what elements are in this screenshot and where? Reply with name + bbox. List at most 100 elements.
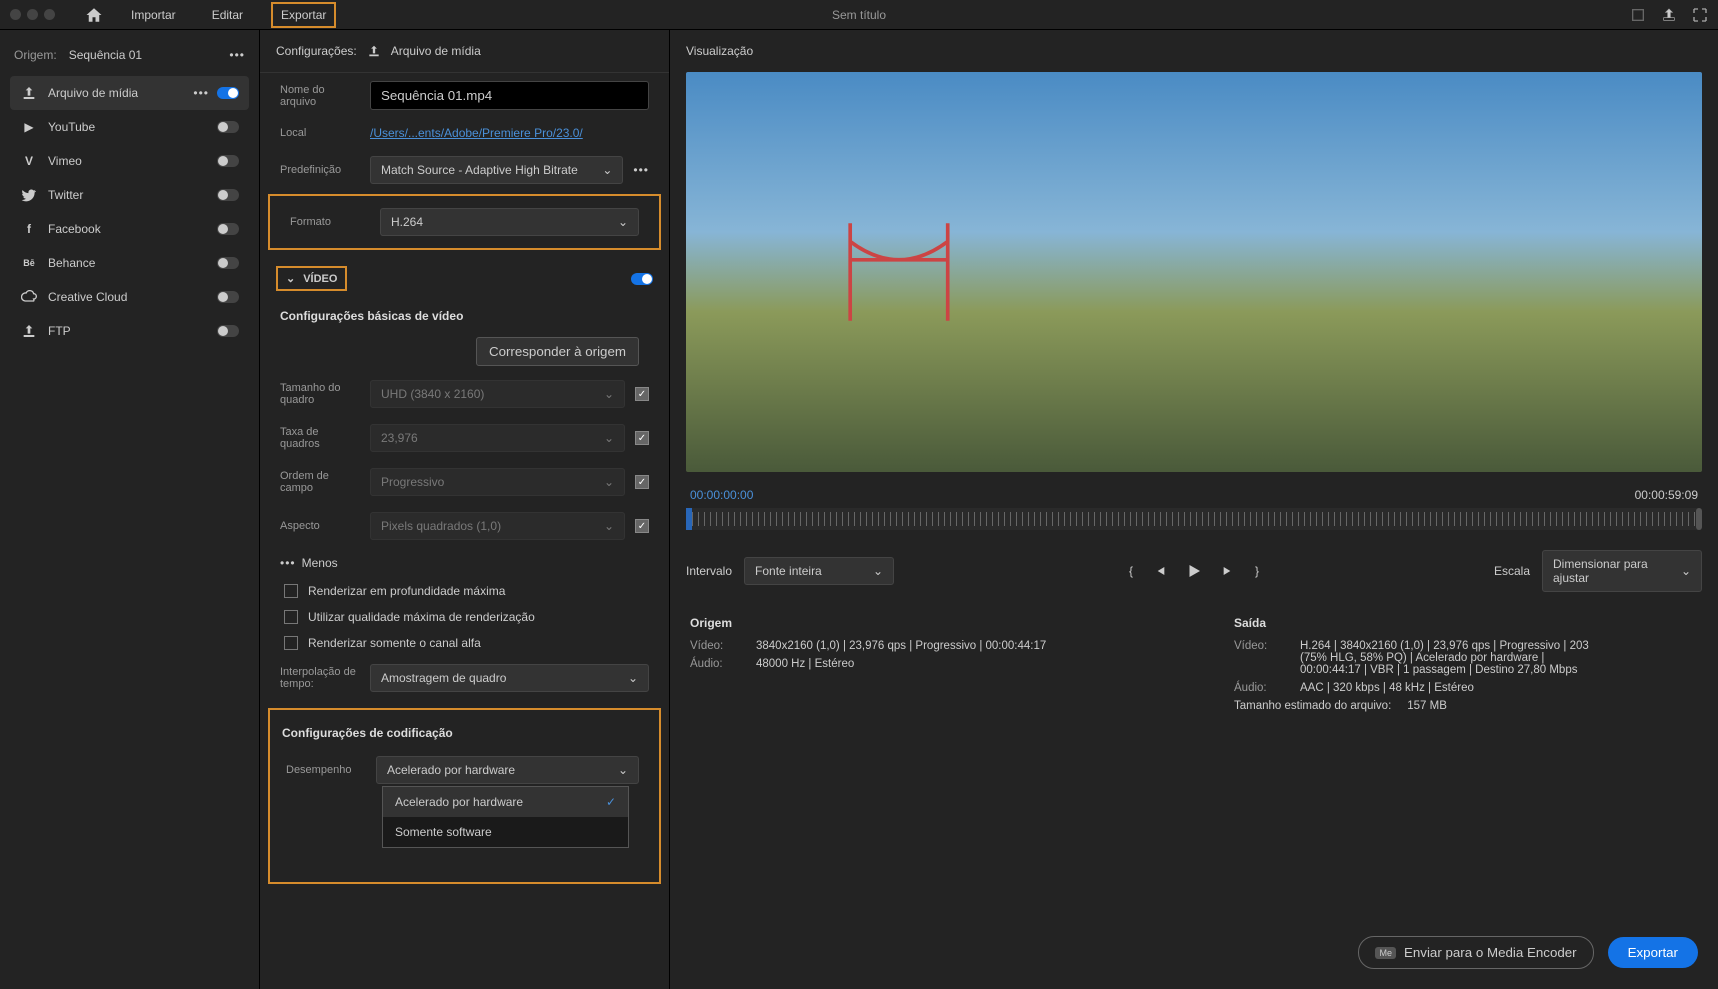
location-link[interactable]: /Users/...ents/Adobe/Premiere Pro/23.0/ (370, 126, 583, 140)
performance-label: Desempenho (286, 764, 366, 776)
origin-value[interactable]: Sequência 01 (69, 48, 142, 62)
perf-option-software[interactable]: Somente software (383, 817, 628, 847)
fullscreen-icon[interactable] (1692, 7, 1708, 23)
format-select[interactable]: H.264⌄ (380, 208, 639, 236)
destinations-sidebar: Origem: Sequência 01 ••• Arquivo de mídia… (0, 30, 260, 989)
dest-youtube[interactable]: ▶ YouTube (10, 110, 249, 144)
encoding-highlight: Configurações de codificação Desempenho A… (268, 708, 661, 884)
origin-audio-value: 48000 Hz | Estéreo (756, 658, 854, 670)
encoding-header: Configurações de codificação (270, 718, 659, 748)
settings-label: Configurações: (276, 44, 357, 58)
origin-more-icon[interactable]: ••• (229, 48, 245, 62)
play-icon[interactable] (1185, 562, 1203, 580)
field-order-match-checkbox[interactable] (635, 475, 649, 489)
performance-dropdown: Acelerado por hardware✓ Somente software (382, 786, 629, 848)
share-icon[interactable] (1661, 7, 1677, 23)
close-window[interactable] (10, 9, 21, 20)
preset-select[interactable]: Match Source - Adaptive High Bitrate⌄ (370, 156, 623, 184)
timeline-ruler[interactable] (686, 508, 1702, 530)
dest-vimeo[interactable]: VVimeo (10, 144, 249, 178)
frame-rate-select[interactable]: 23,976⌄ (370, 424, 625, 452)
dest-toggle[interactable] (217, 325, 239, 337)
preview-title: Visualização (670, 30, 1718, 72)
dest-toggle[interactable] (217, 87, 239, 99)
origin-video-value: 3840x2160 (1,0) | 23,976 qps | Progressi… (756, 640, 1046, 652)
minimize-window[interactable] (27, 9, 38, 20)
dest-label: Arquivo de mídia (48, 86, 138, 100)
dest-behance[interactable]: BēBehance (10, 246, 249, 280)
est-size-label: Tamanho estimado do arquivo: (1234, 700, 1391, 712)
dest-media-file[interactable]: Arquivo de mídia ••• (10, 76, 249, 110)
title-actions (1630, 7, 1708, 23)
alpha-label: Renderizar somente o canal alfa (308, 636, 481, 650)
match-source-button[interactable]: Corresponder à origem (476, 337, 639, 366)
step-forward-icon[interactable] (1221, 563, 1237, 579)
time-start: 00:00:00:00 (690, 488, 753, 502)
output-video-key: Vídeo: (1234, 640, 1284, 676)
field-order-select[interactable]: Progressivo⌄ (370, 468, 625, 496)
dest-label: Facebook (48, 222, 101, 236)
dest-ftp[interactable]: FTP (10, 314, 249, 348)
chevron-down-icon[interactable]: ⌄ (286, 272, 295, 285)
menu-edit[interactable]: Editar (204, 4, 251, 26)
location-label: Local (280, 127, 360, 139)
settings-target: Arquivo de mídia (391, 44, 481, 58)
step-back-icon[interactable] (1151, 563, 1167, 579)
video-toggle[interactable] (631, 273, 653, 285)
menu-export[interactable]: Exportar (271, 2, 336, 28)
window-controls (10, 9, 55, 20)
frame-size-select[interactable]: UHD (3840 x 2160)⌄ (370, 380, 625, 408)
dest-facebook[interactable]: f Facebook (10, 212, 249, 246)
frame-size-match-checkbox[interactable] (635, 387, 649, 401)
facebook-icon: f (20, 220, 38, 238)
aspect-select[interactable]: Pixels quadrados (1,0)⌄ (370, 512, 625, 540)
dest-label: Behance (48, 256, 95, 270)
alpha-checkbox[interactable] (284, 636, 298, 650)
dest-toggle[interactable] (217, 223, 239, 235)
dest-more-icon[interactable]: ••• (193, 86, 209, 100)
dest-toggle[interactable] (217, 189, 239, 201)
max-quality-checkbox[interactable] (284, 610, 298, 624)
home-icon[interactable] (85, 6, 103, 24)
export-button[interactable]: Exportar (1608, 937, 1698, 968)
dest-toggle[interactable] (217, 155, 239, 167)
origin-label: Origem: (14, 48, 57, 62)
dest-creative-cloud[interactable]: Creative Cloud (10, 280, 249, 314)
chevron-down-icon: ⌄ (602, 163, 612, 177)
aspect-match-checkbox[interactable] (635, 519, 649, 533)
menu-import[interactable]: Importar (123, 4, 184, 26)
out-point-handle[interactable] (1696, 508, 1702, 530)
dest-toggle[interactable] (217, 121, 239, 133)
preset-more-icon[interactable]: ••• (633, 163, 649, 177)
performance-select[interactable]: Acelerado por hardware⌄ (376, 756, 639, 784)
less-button[interactable]: Menos (302, 556, 338, 570)
scale-select[interactable]: Dimensionar para ajustar⌄ (1542, 550, 1702, 592)
format-highlight: FormatoH.264⌄ (268, 194, 661, 250)
me-badge-icon: Me (1375, 947, 1396, 959)
preview-image[interactable] (686, 72, 1702, 472)
chevron-down-icon: ⌄ (618, 215, 628, 229)
interval-select[interactable]: Fonte inteira⌄ (744, 557, 894, 585)
dest-label: Creative Cloud (48, 290, 127, 304)
dest-label: YouTube (48, 120, 95, 134)
dest-toggle[interactable] (217, 291, 239, 303)
time-end: 00:00:59:09 (1635, 488, 1698, 502)
document-title: Sem título (832, 8, 886, 22)
dest-toggle[interactable] (217, 257, 239, 269)
origin-info-head: Origem (690, 616, 1154, 630)
filename-input[interactable] (370, 81, 649, 110)
frame-rate-match-checkbox[interactable] (635, 431, 649, 445)
dest-twitter[interactable]: Twitter (10, 178, 249, 212)
quick-export-icon[interactable] (1630, 7, 1646, 23)
youtube-icon: ▶ (20, 118, 38, 136)
send-to-encoder-button[interactable]: MeEnviar para o Media Encoder (1358, 936, 1593, 969)
perf-option-hardware[interactable]: Acelerado por hardware✓ (383, 787, 628, 817)
maximize-window[interactable] (44, 9, 55, 20)
time-interp-select[interactable]: Amostragem de quadro⌄ (370, 664, 649, 692)
set-out-icon[interactable]: } (1255, 564, 1259, 578)
max-depth-checkbox[interactable] (284, 584, 298, 598)
set-in-icon[interactable]: { (1129, 564, 1133, 578)
ftp-icon (20, 322, 38, 340)
video-section-title: VÍDEO (303, 273, 337, 285)
top-menu: Importar Editar Exportar (123, 2, 336, 28)
